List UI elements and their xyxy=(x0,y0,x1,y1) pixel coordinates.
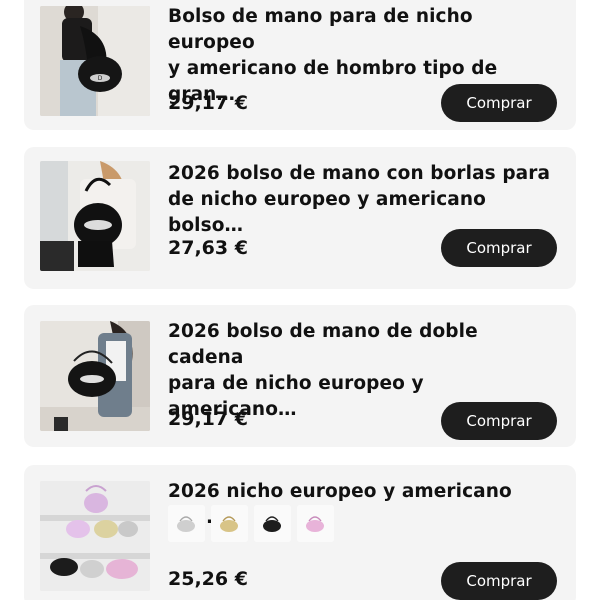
variant-gold[interactable] xyxy=(211,505,248,542)
product-price: 29,17 € xyxy=(168,92,248,114)
product-image[interactable]: D xyxy=(40,6,150,116)
svg-text:D: D xyxy=(98,75,103,82)
product-image[interactable] xyxy=(40,481,150,591)
variant-black[interactable] xyxy=(254,505,291,542)
buy-button[interactable]: Comprar xyxy=(441,84,557,122)
product-card[interactable]: 2026 bolso de mano de doble cadena para … xyxy=(24,305,576,447)
variant-pink[interactable] xyxy=(297,505,334,542)
product-price: 29,17 € xyxy=(168,408,248,430)
buy-button[interactable]: Comprar xyxy=(441,562,557,600)
product-price: 25,26 € xyxy=(168,568,248,590)
product-card[interactable]: 2026 bolso de mano con borlas para de ni… xyxy=(24,147,576,289)
variant-silver[interactable] xyxy=(168,505,205,542)
product-card[interactable]: 2026 nicho europeo y americano bo… xyxy=(24,465,576,600)
product-title[interactable]: 2026 bolso de mano con borlas para de ni… xyxy=(168,161,558,239)
buy-button[interactable]: Comprar xyxy=(441,402,557,440)
product-card[interactable]: D Bolso de mano para de nicho europeo y … xyxy=(24,0,576,130)
product-price: 27,63 € xyxy=(168,237,248,259)
product-image[interactable] xyxy=(40,161,150,271)
product-image[interactable] xyxy=(40,321,150,431)
product-list: D Bolso de mano para de nicho europeo y … xyxy=(0,0,600,600)
variant-thumbnails xyxy=(168,505,334,542)
buy-button[interactable]: Comprar xyxy=(441,229,557,267)
